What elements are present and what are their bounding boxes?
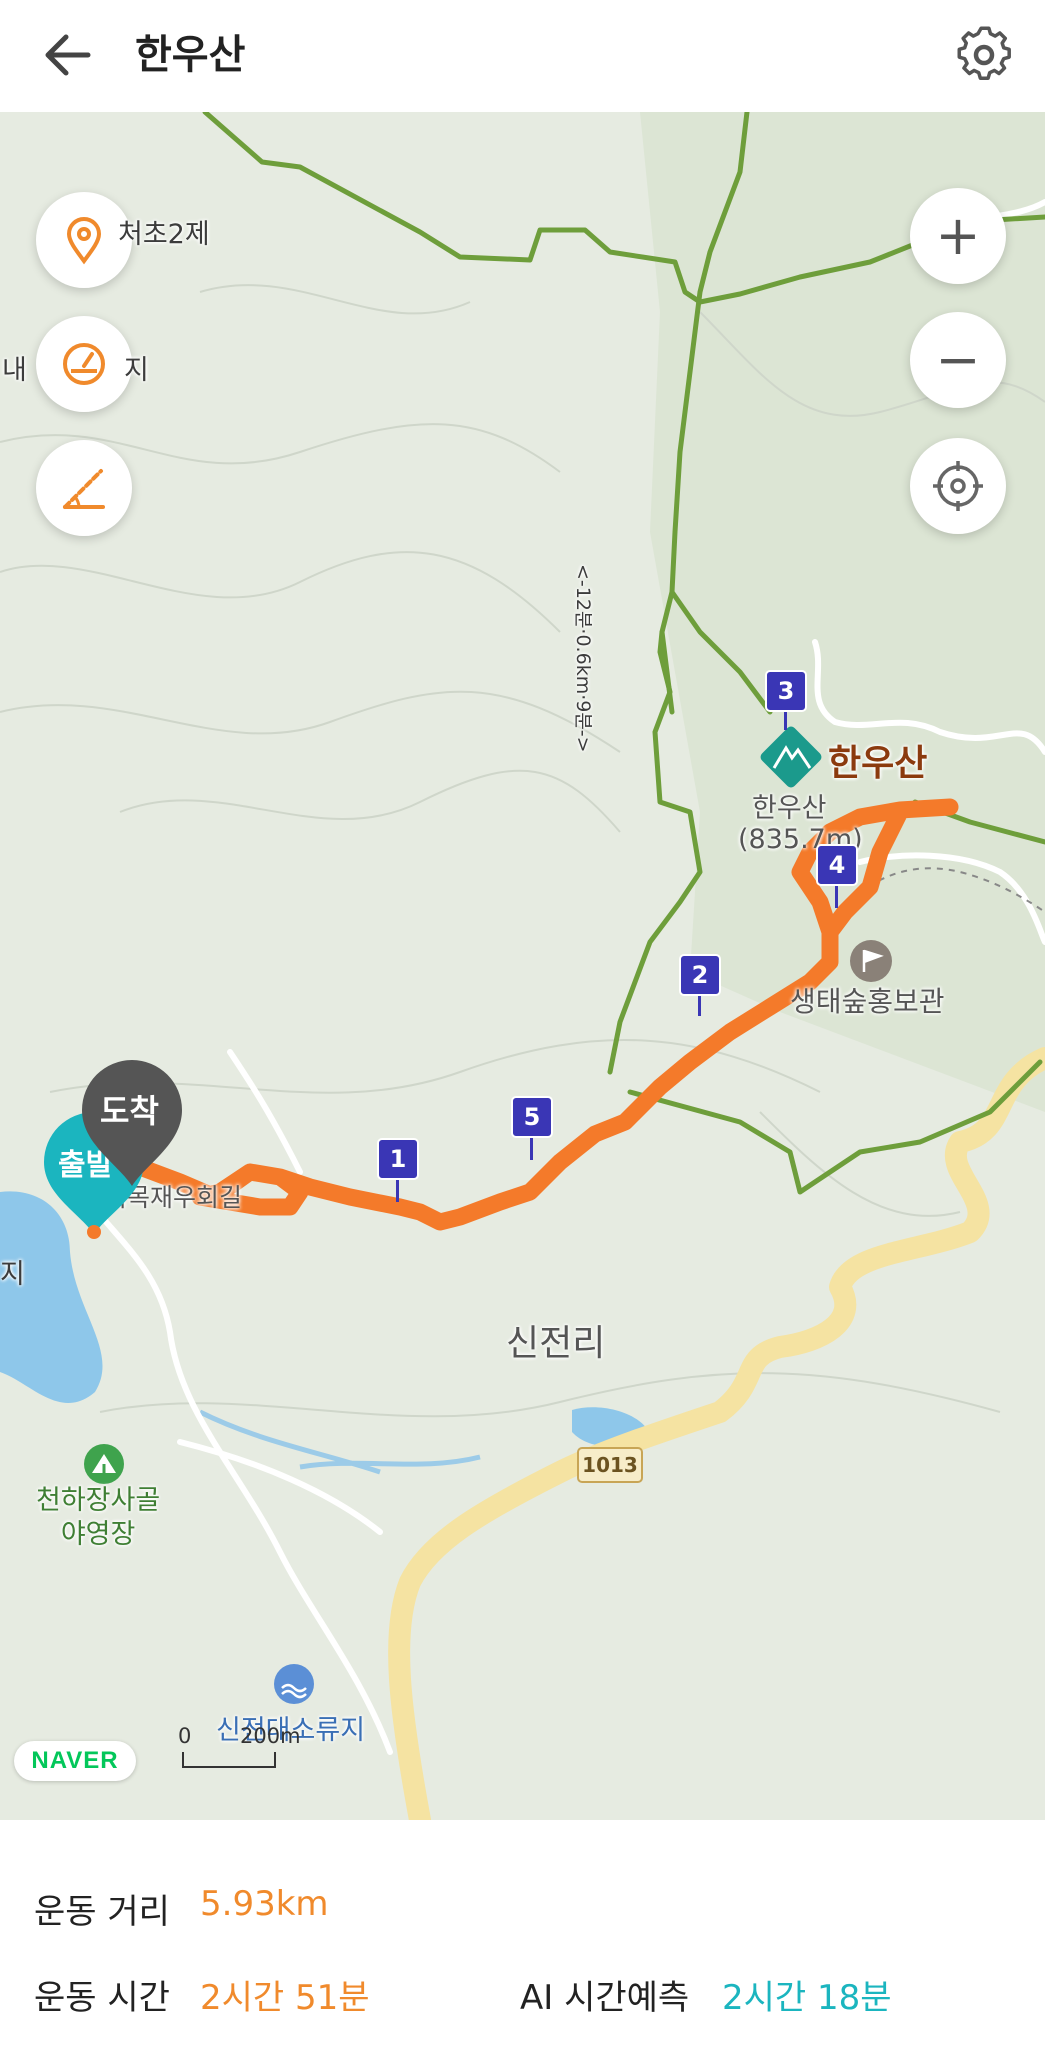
time-label: 운동 시간: [34, 1978, 170, 2018]
scale-bar: [182, 1752, 276, 1768]
gear-icon: [957, 26, 1011, 80]
recenter-button[interactable]: [910, 438, 1006, 534]
flag-icon: [850, 940, 892, 982]
road-number-badge: 1013: [577, 1447, 643, 1483]
map-view[interactable]: + − 처초2제 내 지 지 <-12분·0.6km·9분-> 쇠목재우회길 한…: [0, 112, 1045, 1820]
waypoint-label-4: 4: [828, 851, 846, 879]
distance-value: 5.93km: [200, 1884, 329, 1924]
zoom-in-button[interactable]: +: [910, 188, 1006, 284]
peak-name-label: 한우산: [828, 743, 928, 784]
arrow-left-icon: [45, 34, 91, 76]
elevation-button[interactable]: [36, 440, 132, 536]
village-label: 신전리: [506, 1323, 606, 1364]
naver-logo: NAVER: [14, 1741, 136, 1781]
settings-button[interactable]: [949, 20, 1019, 90]
place-label-left: 내: [2, 355, 27, 386]
crosshair-icon: [933, 461, 983, 511]
waypoint-label-3: 3: [777, 677, 795, 705]
ai-estimate-label: AI 시간예측: [520, 1978, 690, 2018]
zoom-out-label: −: [935, 328, 981, 391]
speed-button[interactable]: [36, 316, 132, 412]
zoom-in-label: +: [935, 204, 981, 267]
place-label-left-2: 지: [124, 355, 149, 386]
page-title: 한우산: [135, 32, 246, 78]
map-pin-icon: [66, 217, 102, 265]
distance-label: 운동 거리: [34, 1892, 170, 1932]
back-button[interactable]: [36, 22, 102, 88]
mountain-icon: [760, 726, 822, 788]
waypoint-label-5: 5: [523, 1103, 541, 1131]
stats-panel: 운동 거리 5.93km 운동 시간 2시간 51분 AI 시간예측 2시간 1…: [0, 1820, 1045, 2071]
scale-distance-label: 200m: [240, 1724, 301, 1748]
elevation-slope-icon: [63, 469, 105, 509]
campground-label: 천하장사골 야영장: [36, 1485, 161, 1550]
ai-estimate-value: 2시간 18분: [722, 1978, 892, 2018]
trail-distance-label: <-12분·0.6km·9분->: [572, 564, 594, 753]
time-value: 2시간 51분: [200, 1978, 370, 2018]
app-header: 한우산: [0, 0, 1045, 112]
zoom-out-button[interactable]: −: [910, 312, 1006, 408]
waypoint-marker-3[interactable]: 3: [765, 670, 807, 730]
arrival-marker-label: 도착: [100, 1092, 159, 1130]
reservoir-icon: [274, 1664, 314, 1704]
left-edge-label: 지: [0, 1259, 25, 1290]
waypoint-marker-1[interactable]: 1: [377, 1138, 419, 1202]
scale-zero-label: 0: [178, 1724, 192, 1748]
waypoint-label-1: 1: [389, 1145, 407, 1173]
peak-small-label: 한우산: [752, 793, 827, 824]
waypoint-marker-5[interactable]: 5: [511, 1096, 553, 1160]
place-label-top-left: 처초2제: [118, 219, 210, 250]
road-number-label: 1013: [582, 1453, 638, 1477]
waypoint-marker-4[interactable]: 4: [816, 844, 858, 908]
waypoint-label-2: 2: [691, 961, 709, 989]
eco-hall-label: 생태숲홍보관: [790, 985, 945, 1018]
camping-tent-icon: [84, 1444, 124, 1484]
speedometer-icon: [63, 343, 105, 385]
waypoint-marker-2[interactable]: 2: [679, 954, 721, 1016]
